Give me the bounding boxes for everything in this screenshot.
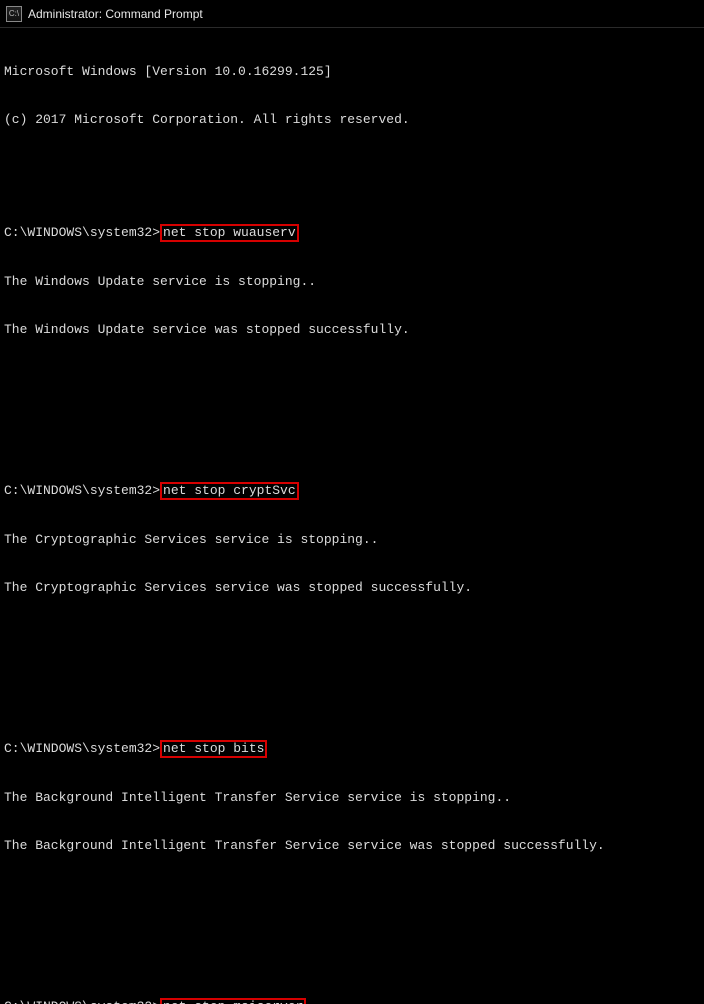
blank-line [4,160,700,176]
output-line: The Windows Update service was stopped s… [4,322,700,338]
output-line: The Windows Update service is stopping.. [4,274,700,290]
blank-line [4,628,700,644]
blank-line [4,418,700,434]
prompt-line: C:\WINDOWS\system32>net stop cryptSvc [4,482,700,500]
window-title: Administrator: Command Prompt [28,7,203,21]
prompt: C:\WINDOWS\system32> [4,999,160,1004]
prompt-line: C:\WINDOWS\system32>net stop bits [4,740,700,758]
highlighted-command: net stop cryptSvc [160,482,299,500]
output-line: The Background Intelligent Transfer Serv… [4,790,700,806]
prompt: C:\WINDOWS\system32> [4,741,160,756]
output-line: The Cryptographic Services service is st… [4,532,700,548]
blank-line [4,370,700,386]
prompt: C:\WINDOWS\system32> [4,225,160,240]
prompt-line: C:\WINDOWS\system32>net stop msiserver [4,998,700,1004]
blank-line [4,934,700,950]
blank-line [4,676,700,692]
header-line: (c) 2017 Microsoft Corporation. All righ… [4,112,700,128]
terminal-output[interactable]: Microsoft Windows [Version 10.0.16299.12… [0,28,704,1004]
header-line: Microsoft Windows [Version 10.0.16299.12… [4,64,700,80]
cmd-icon: C:\ [6,6,22,22]
prompt: C:\WINDOWS\system32> [4,483,160,498]
output-line: The Background Intelligent Transfer Serv… [4,838,700,854]
output-line: The Cryptographic Services service was s… [4,580,700,596]
blank-line [4,886,700,902]
highlighted-command: net stop bits [160,740,267,758]
highlighted-command: net stop msiserver [160,998,306,1004]
prompt-line: C:\WINDOWS\system32>net stop wuauserv [4,224,700,242]
highlighted-command: net stop wuauserv [160,224,299,242]
title-bar: C:\ Administrator: Command Prompt [0,0,704,28]
